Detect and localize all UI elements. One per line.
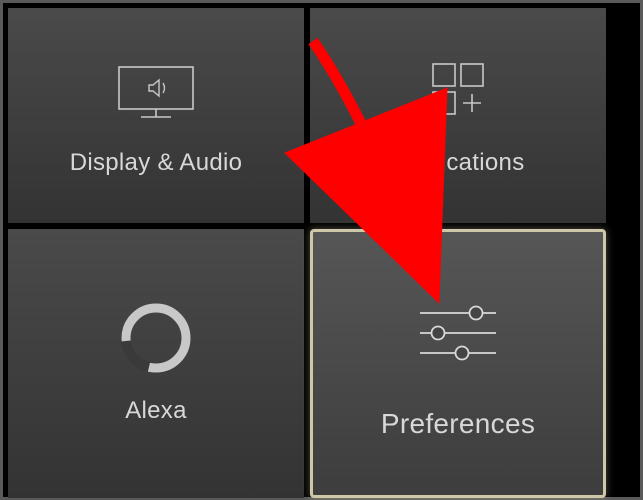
tv-sound-icon xyxy=(113,55,199,125)
alexa-ring-icon xyxy=(119,303,193,373)
tile-alexa[interactable]: Alexa xyxy=(8,229,304,498)
tile-label: Alexa xyxy=(125,397,187,425)
settings-grid: Display & Audio Applications Alexa xyxy=(3,3,640,497)
apps-grid-icon xyxy=(425,55,491,125)
tile-label: Applications xyxy=(391,149,524,177)
tile-label: Display & Audio xyxy=(70,149,243,177)
tile-display-audio[interactable]: Display & Audio xyxy=(8,8,304,223)
tile-label: Preferences xyxy=(381,408,535,440)
sliders-icon xyxy=(412,288,504,378)
tile-preferences[interactable]: Preferences xyxy=(310,229,606,498)
tile-applications[interactable]: Applications xyxy=(310,8,606,223)
